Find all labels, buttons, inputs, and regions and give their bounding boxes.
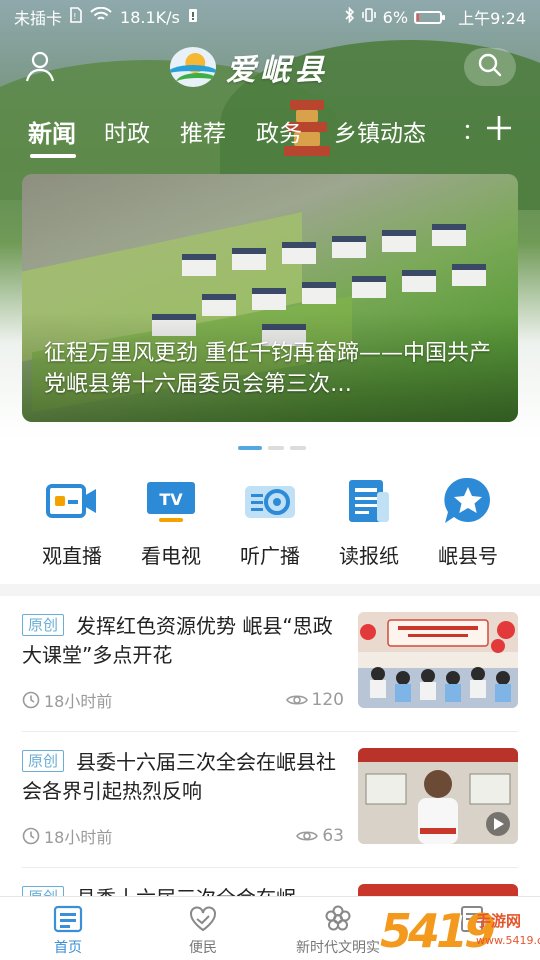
- news-title-text: 发挥红色资源优势 岷县“思政大课堂”多点开花: [22, 614, 333, 667]
- star-account-icon: [440, 476, 496, 526]
- heart-hands-icon: [188, 905, 218, 933]
- news-time: 18小时前: [22, 824, 112, 848]
- nav-civilization-label: 新时代文明实: [296, 940, 380, 956]
- news-time: 18小时前: [22, 688, 112, 712]
- vibrate-icon: [361, 7, 377, 27]
- alert-icon: [188, 7, 198, 27]
- eye-icon: [285, 695, 308, 705]
- top-bar: 爱岷县: [0, 40, 540, 94]
- service-shortcuts: 观直播 TV 看电视 听广播 读报纸 岷县号: [0, 476, 540, 576]
- news-meta: 18小时前 63: [22, 824, 344, 848]
- nav-home-label: 首页: [54, 940, 82, 956]
- search-button[interactable]: [464, 48, 516, 86]
- site-watermark: 5419 手游网 www.5419.com: [380, 906, 540, 960]
- news-title: 原创 发挥红色资源优势 岷县“思政大课堂”多点开花: [22, 612, 338, 670]
- tab-township[interactable]: 乡镇动态: [334, 114, 426, 148]
- tv-icon: TV: [143, 476, 199, 526]
- pagination-dot[interactable]: [268, 446, 284, 450]
- nav-civilization[interactable]: 新时代文明实: [284, 905, 392, 957]
- tab-government[interactable]: 政务: [256, 114, 302, 148]
- news-title: 原创 县委十六届三次全会在岷县社会各界引起热烈反响: [22, 748, 338, 806]
- news-views: 120: [285, 690, 344, 710]
- flower-icon: [323, 905, 353, 933]
- category-tabs: 新闻 时政 推荐 政务 乡镇动态 ：: [0, 104, 540, 164]
- user-icon[interactable]: [22, 48, 58, 84]
- active-tab-indicator: [30, 154, 76, 158]
- headline-banner[interactable]: 征程万里风更劲 重任千钧再奋蹄——中国共产党岷县第十六届委员会第三次…: [22, 174, 518, 422]
- service-tv-label: 看电视: [141, 544, 201, 568]
- battery-icon: [414, 10, 446, 24]
- news-views-count: 120: [311, 690, 344, 710]
- news-title-text: 县委十六届三次全会在岷县社会各界引起热烈反响: [22, 750, 337, 803]
- sim-icon: !: [70, 7, 82, 27]
- add-channel-button[interactable]: [484, 108, 514, 148]
- nav-convenience-label: 便民: [189, 940, 217, 956]
- service-newspaper-label: 读报纸: [339, 544, 399, 568]
- service-newspaper[interactable]: 读报纸: [324, 476, 414, 569]
- network-speed: 18.1K/s: [120, 7, 180, 27]
- original-badge: 原创: [22, 614, 65, 636]
- logo-text: 爱岷县: [226, 53, 328, 88]
- service-live[interactable]: 观直播: [27, 476, 117, 569]
- nav-convenience[interactable]: 便民: [149, 905, 257, 957]
- search-icon: [477, 52, 503, 82]
- service-live-label: 观直播: [42, 544, 102, 568]
- news-views: 63: [296, 826, 344, 846]
- battery-percent: 6%: [382, 7, 409, 27]
- radio-icon: [242, 476, 298, 526]
- clock: 上午9:24: [458, 9, 526, 28]
- tab-recommend[interactable]: 推荐: [180, 114, 226, 148]
- news-meta: 18小时前 120: [22, 688, 344, 712]
- pagination-dot[interactable]: [290, 446, 306, 450]
- news-time-text: 18小时前: [44, 828, 113, 847]
- news-video-thumbnail[interactable]: [358, 748, 518, 844]
- news-thumbnail: [358, 612, 518, 708]
- original-badge: 原创: [22, 750, 65, 772]
- service-tv[interactable]: TV 看电视: [126, 476, 216, 569]
- news-item[interactable]: 原创 发挥红色资源优势 岷县“思政大课堂”多点开花 18小时前 120: [0, 596, 540, 732]
- news-time-text: 18小时前: [44, 692, 113, 711]
- news-item[interactable]: 原创 县委十六届三次全会在岷县社会各界引起热烈反响 18小时前 63: [0, 732, 540, 868]
- banner-pagination: [238, 446, 306, 450]
- tab-overflow-indicator: ：: [462, 120, 485, 145]
- section-divider: [0, 584, 540, 596]
- logo-mark-icon: [170, 47, 216, 87]
- service-radio-label: 听广播: [240, 544, 300, 568]
- banner-title: 征程万里风更劲 重任千钧再奋蹄——中国共产党岷县第十六届委员会第三次…: [44, 341, 491, 397]
- nav-home[interactable]: 首页: [14, 905, 122, 957]
- newspaper-icon: [341, 476, 397, 526]
- service-radio[interactable]: 听广播: [225, 476, 315, 569]
- live-camera-icon: [44, 476, 100, 526]
- carrier-text: 未插卡: [14, 9, 63, 28]
- service-county-account[interactable]: 岷县号: [423, 476, 513, 569]
- pagination-dot[interactable]: [238, 446, 262, 450]
- watermark-url: www.5419.com: [476, 934, 540, 947]
- svg-text:TV: TV: [159, 490, 183, 509]
- tab-news[interactable]: 新闻: [28, 114, 76, 149]
- watermark-site-name: 手游网: [476, 912, 522, 930]
- clock-icon: [22, 827, 40, 845]
- tab-politics[interactable]: 时政: [104, 114, 150, 148]
- home-icon: [53, 905, 83, 933]
- service-county-account-label: 岷县号: [438, 544, 498, 568]
- status-bar: 未插卡 ! 18.1K/s 6% 上午9:24: [0, 0, 540, 34]
- clock-icon: [22, 691, 40, 709]
- svg-text:!: !: [73, 12, 76, 21]
- eye-icon: [296, 831, 319, 841]
- wifi-icon: [90, 6, 112, 27]
- bluetooth-icon: [345, 6, 355, 27]
- app-logo: 爱岷县: [170, 44, 328, 90]
- news-views-count: 63: [322, 826, 344, 846]
